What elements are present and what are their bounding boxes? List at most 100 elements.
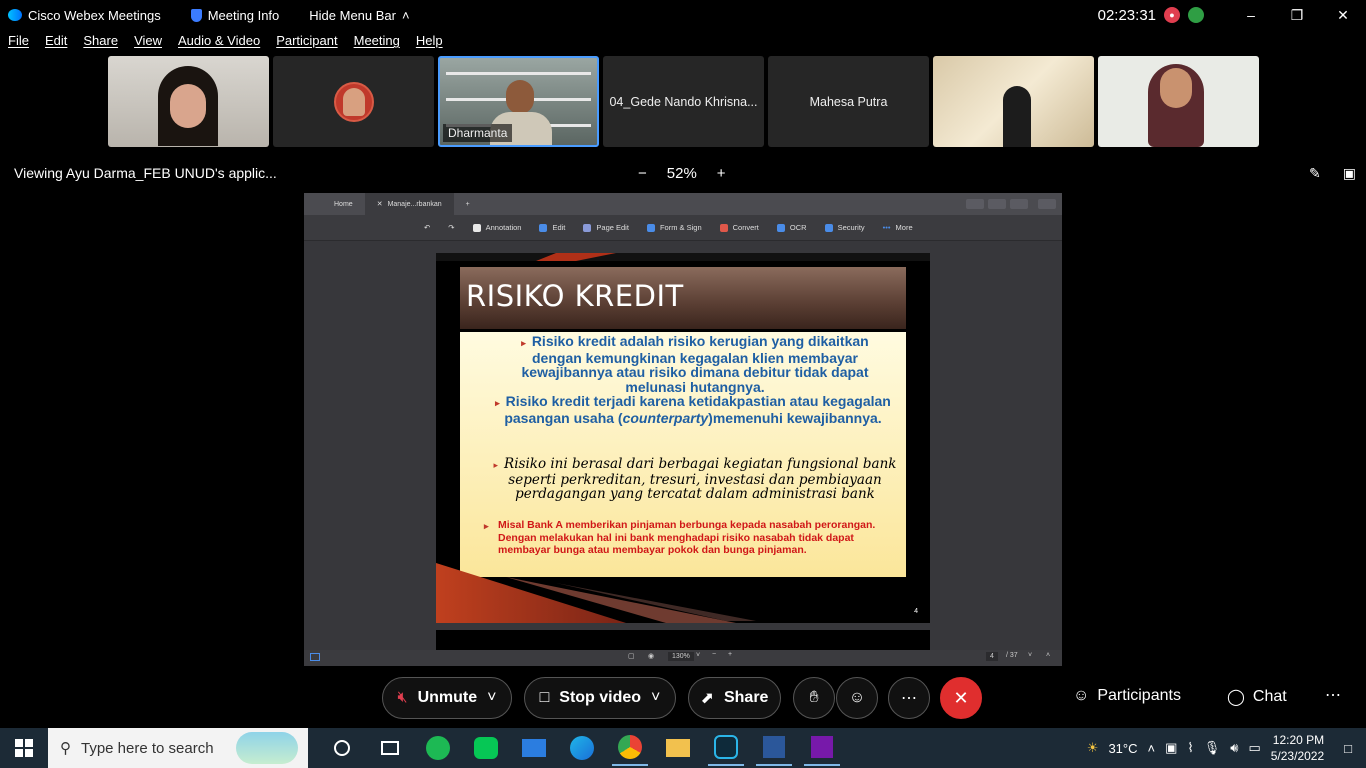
reactions-button[interactable]: ☺ — [836, 677, 878, 719]
share-button[interactable]: ⬈ Share — [688, 677, 781, 719]
redo-icon[interactable]: ↷ — [448, 223, 454, 232]
tool-edit[interactable]: Edit — [539, 223, 565, 232]
pdf-tab-document[interactable]: ✕ Manaje...rbankan — [364, 193, 454, 215]
video-thumbnail-active-speaker[interactable]: Dharmanta — [438, 56, 599, 147]
notifications-icon[interactable]: □ — [1344, 741, 1352, 756]
line-icon[interactable] — [468, 730, 504, 766]
tool-form-sign[interactable]: Form & Sign — [646, 223, 702, 232]
view-options-icon[interactable]: ▣ — [1343, 165, 1356, 182]
stop-video-button[interactable]: □ Stop video ˅ — [524, 677, 676, 719]
save-icon[interactable] — [1010, 199, 1028, 209]
video-thumbnail-6[interactable] — [933, 56, 1094, 147]
minimize-icon[interactable]: – — [1228, 7, 1274, 23]
tool-label: Security — [837, 223, 865, 232]
camera-icon[interactable]: ▣ — [1165, 740, 1177, 756]
close-icon[interactable]: ✕ — [1320, 7, 1366, 24]
participant-name: Dharmanta — [443, 124, 513, 142]
video-thumbnail-7[interactable] — [1098, 56, 1259, 147]
menu-participant[interactable]: Participant — [268, 33, 345, 55]
chat-button[interactable]: ◯ Chat — [1227, 687, 1287, 707]
pdf-page-input[interactable]: 4 — [986, 652, 998, 661]
chevron-down-icon[interactable]: ˅ — [487, 689, 496, 707]
raise-hand-button[interactable]: ✋︎ — [793, 677, 835, 719]
restore-icon[interactable]: ❐ — [1274, 7, 1320, 24]
onenote-icon[interactable] — [804, 730, 840, 766]
recording-icon[interactable]: ● — [1164, 7, 1180, 23]
unmute-button[interactable]: 🔇︎ Unmute ˅ — [382, 677, 512, 719]
close-icon[interactable]: ✕ — [377, 200, 383, 208]
hide-menu-bar-button[interactable]: Hide Menu Bar ˄ — [309, 8, 409, 23]
edge-icon[interactable] — [564, 730, 600, 766]
task-view-icon[interactable] — [372, 730, 408, 766]
video-thumbnail-2[interactable] — [273, 56, 434, 147]
tool-security[interactable]: Security — [824, 223, 865, 232]
temperature[interactable]: 31°C — [1108, 741, 1137, 756]
weather-icon[interactable]: ☀ — [1087, 740, 1099, 756]
taskbar-search[interactable]: ⚲ Type here to search — [48, 728, 308, 768]
pdf-zoom-out-button[interactable]: − — [712, 651, 716, 658]
menu-edit[interactable]: Edit — [37, 33, 75, 55]
leave-meeting-button[interactable]: ✕ — [940, 677, 982, 719]
file-explorer-icon[interactable] — [660, 730, 696, 766]
eye-icon[interactable]: ◉ — [648, 652, 654, 660]
menu-meeting[interactable]: Meeting — [346, 33, 408, 55]
menu-audio-video[interactable]: Audio & Video — [170, 33, 268, 55]
webex-logo — [714, 735, 738, 759]
word-logo — [763, 736, 785, 758]
video-thumbnail-5[interactable]: Mahesa Putra — [768, 56, 929, 147]
chevron-up-icon[interactable]: ˄ — [1147, 741, 1155, 756]
slide: RISIKO KREDIT ▸ Risiko kredit adalah risi… — [436, 253, 930, 623]
fit-page-icon[interactable]: ▢ — [628, 652, 635, 660]
search-icon[interactable] — [1038, 199, 1056, 209]
meeting-info-button[interactable]: Meeting Info — [190, 8, 279, 23]
new-tab-button[interactable]: + — [454, 193, 482, 215]
chevron-down-icon[interactable]: ˅ — [651, 689, 660, 707]
chrome-icon[interactable] — [612, 730, 648, 766]
tool-page-edit[interactable]: Page Edit — [583, 223, 629, 232]
mail-icon[interactable] — [516, 730, 552, 766]
network-health-icon[interactable] — [1188, 7, 1204, 23]
word-icon[interactable] — [756, 730, 792, 766]
menu-help[interactable]: Help — [408, 33, 451, 55]
volume-icon[interactable]: 🔊︎ — [1230, 740, 1238, 756]
start-button[interactable] — [0, 739, 48, 757]
cortana-icon[interactable] — [324, 730, 360, 766]
cloud-icon[interactable] — [988, 199, 1006, 209]
pdf-tab-home[interactable]: Home — [322, 193, 365, 215]
undo-icon[interactable]: ↶ — [424, 223, 430, 232]
bullet-4: ▸ Misal Bank A memberikan pinjaman berbun… — [484, 519, 894, 557]
zoom-in-button[interactable]: + — [717, 165, 726, 182]
menu-file[interactable]: File — [0, 33, 37, 55]
video-thumbnail-1[interactable] — [108, 56, 269, 147]
lock-icon[interactable] — [966, 199, 984, 209]
battery-icon[interactable]: ▭ — [1248, 740, 1260, 756]
chevron-up-icon[interactable]: ˄ — [1046, 652, 1050, 659]
pdf-canvas[interactable]: RISIKO KREDIT ▸ Risiko kredit adalah risi… — [304, 241, 1062, 650]
chevron-down-icon[interactable]: ˅ — [1028, 652, 1032, 659]
video-thumbnail-4[interactable]: 04_Gede Nando Khrisna... — [603, 56, 764, 147]
slide-title: RISIKO KREDIT — [466, 279, 684, 313]
wifi-icon[interactable]: ⌇ — [1187, 740, 1193, 756]
participants-button[interactable]: ☺ Participants — [1073, 687, 1181, 705]
tool-more[interactable]: ••• More — [883, 223, 913, 232]
annotate-icon[interactable]: ✎ — [1309, 165, 1321, 182]
zoom-out-button[interactable]: − — [638, 165, 647, 182]
participant-name: Mahesa Putra — [809, 94, 888, 109]
menu-view[interactable]: View — [126, 33, 170, 55]
microphone-icon[interactable]: 🎙︎ — [1204, 740, 1221, 756]
thumbnail-panel-icon[interactable] — [310, 653, 320, 661]
webex-app-icon[interactable] — [708, 730, 744, 766]
tool-convert[interactable]: Convert — [719, 223, 759, 232]
pdf-zoom-in-button[interactable]: + — [728, 651, 732, 658]
panel-options-icon[interactable]: ⋯ — [1325, 685, 1341, 705]
spotify-icon[interactable] — [420, 730, 456, 766]
clock[interactable]: 12:20 PM 5/23/2022 — [1271, 732, 1324, 764]
tool-annotation[interactable]: Annotation — [472, 223, 521, 232]
bookshelf — [446, 72, 591, 75]
tool-ocr[interactable]: OCR — [776, 223, 807, 232]
pdf-zoom-level[interactable]: 130% — [668, 652, 694, 661]
more-options-button[interactable]: ⋯ — [888, 677, 930, 719]
bullet-3: ▸ Risiko ini berasal dari berbagai kegiat… — [490, 457, 900, 501]
menu-share[interactable]: Share — [75, 33, 126, 55]
chevron-down-icon[interactable]: ˅ — [696, 652, 700, 659]
